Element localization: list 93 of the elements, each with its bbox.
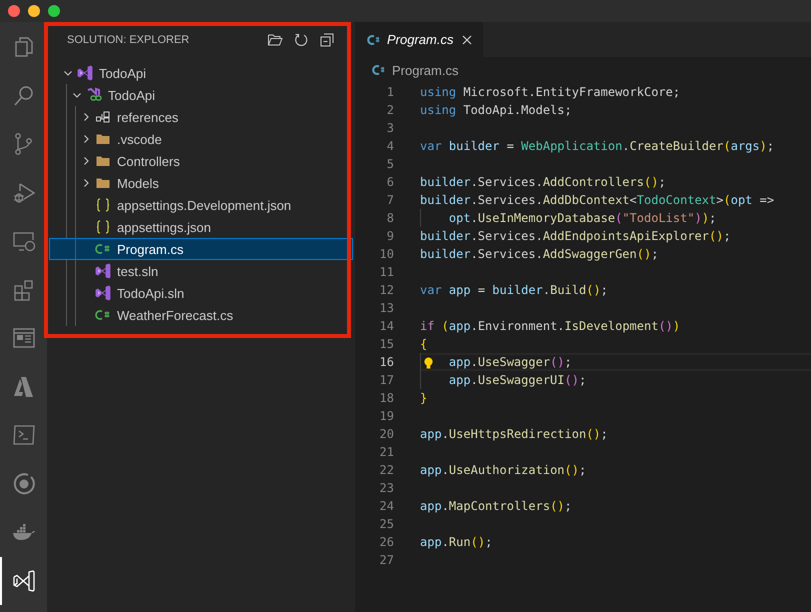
tree-item[interactable]: appsettings.json (49, 216, 353, 238)
lightbulb-icon[interactable] (423, 357, 434, 370)
code-line: app.MapControllers(); (420, 499, 572, 513)
line-number: 5 (386, 157, 394, 171)
csharp-file-icon (372, 63, 386, 77)
line-number: 17 (378, 373, 394, 387)
code-line: app.UseAuthorization(); (420, 463, 586, 477)
line-number: 4 (386, 139, 394, 153)
csharp-file-icon (95, 241, 111, 257)
line-number: 27 (378, 553, 394, 567)
chevron-right-icon (81, 178, 91, 188)
code-line: if (app.Environment.IsDevelopment()) (420, 319, 680, 333)
line-number: 24 (378, 499, 394, 513)
editor-tab[interactable]: Program.cs (355, 22, 483, 57)
line-number: 10 (378, 247, 394, 261)
line-number: 12 (378, 283, 394, 297)
code-line: app.Run(); (420, 535, 492, 549)
tree-item[interactable]: TodoApi (49, 84, 353, 106)
line-number: 3 (386, 121, 394, 135)
chevron-right-icon (81, 134, 91, 144)
search-icon[interactable] (12, 84, 36, 108)
line-number: 26 (378, 535, 394, 549)
tree-item[interactable]: .vscode (49, 128, 353, 150)
window-layout-icon[interactable] (12, 326, 36, 350)
code-line: app.UseHttpsRedirection(); (420, 427, 608, 441)
close-icon[interactable] (461, 34, 473, 46)
line-number: 2 (386, 103, 394, 117)
ring-icon[interactable] (12, 472, 36, 496)
solution-explorer-icon[interactable] (12, 568, 36, 593)
code-line: var builder = WebApplication.CreateBuilder(args); (420, 139, 774, 153)
azure-icon[interactable] (12, 374, 36, 399)
code-line: using TodoApi.Models; (420, 103, 572, 117)
line-number: 23 (378, 481, 394, 495)
line-number: 16 (378, 355, 394, 369)
code-line: var app = builder.Build(); (420, 283, 608, 297)
chevron-right-icon (81, 156, 91, 166)
tree-item[interactable]: TodoApi.sln (49, 282, 353, 304)
line-number: 9 (386, 229, 394, 243)
tree-item[interactable]: Program.cs (49, 238, 353, 260)
csharp-file-icon (95, 307, 111, 323)
tree-item[interactable]: appsettings.Development.json (49, 194, 353, 216)
run-debug-icon[interactable] (12, 180, 36, 205)
terminal-icon[interactable] (12, 423, 36, 448)
solution-icon (77, 65, 93, 81)
line-number: 11 (378, 265, 394, 279)
line-number: 8 (386, 211, 394, 225)
code-line: } (420, 391, 428, 405)
line-number: 6 (386, 175, 394, 189)
code-line: using Microsoft.EntityFrameworkCore; (420, 85, 680, 99)
code-line: builder.Services.AddEndpointsApiExplorer(); (420, 229, 731, 243)
line-number: 1 (386, 85, 394, 99)
code-line: app.UseSwaggerUI(); (448, 373, 586, 387)
refresh-icon[interactable] (293, 32, 309, 48)
line-number: 14 (378, 319, 394, 333)
solution-icon (95, 285, 111, 301)
panel-title: SOLUTION: EXPLORER (67, 34, 190, 46)
breadcrumb[interactable]: Program.cs (392, 62, 458, 78)
line-number: 19 (378, 409, 394, 423)
tree-item[interactable]: TodoApi (49, 62, 353, 84)
project-icon (86, 87, 102, 103)
tree-item[interactable]: test.sln (49, 260, 353, 282)
code-line: { (420, 337, 428, 351)
line-number: 15 (378, 337, 394, 351)
tree-item[interactable]: references (49, 106, 353, 128)
code-line: builder.Services.AddSwaggerGen(); (420, 247, 658, 261)
collapse-all-icon[interactable] (319, 32, 335, 48)
line-number: 7 (386, 193, 394, 207)
open-folder-icon[interactable] (267, 32, 283, 48)
solution-icon (95, 263, 111, 279)
line-number: 13 (378, 301, 394, 315)
line-number: 20 (378, 427, 394, 441)
tree-item[interactable]: Models (49, 172, 353, 194)
chevron-right-icon (81, 112, 91, 122)
tree-item[interactable]: WeatherForecast.cs (49, 304, 353, 326)
code-line: builder.Services.AddDbContext<TodoContext>(opt => (420, 193, 774, 207)
extensions-icon[interactable] (12, 278, 36, 302)
minimize-button[interactable] (28, 5, 40, 17)
line-number: 22 (378, 463, 394, 477)
line-number: 25 (378, 517, 394, 531)
chevron-down-icon (72, 90, 82, 100)
json-braces-icon (95, 197, 111, 213)
json-braces-icon (95, 219, 111, 235)
csharp-file-icon (367, 32, 381, 46)
code-line: app.UseSwagger(); (448, 355, 572, 369)
code-line: opt.UseInMemoryDatabase("TodoList")); (448, 211, 716, 225)
tree-item[interactable]: Controllers (49, 150, 353, 172)
close-button[interactable] (8, 5, 20, 17)
line-number: 21 (378, 445, 394, 459)
zoom-button[interactable] (48, 5, 60, 17)
code-line: builder.Services.AddControllers(); (420, 175, 666, 189)
chevron-down-icon (63, 68, 73, 78)
line-number: 18 (378, 391, 394, 405)
references-icon (95, 109, 111, 125)
